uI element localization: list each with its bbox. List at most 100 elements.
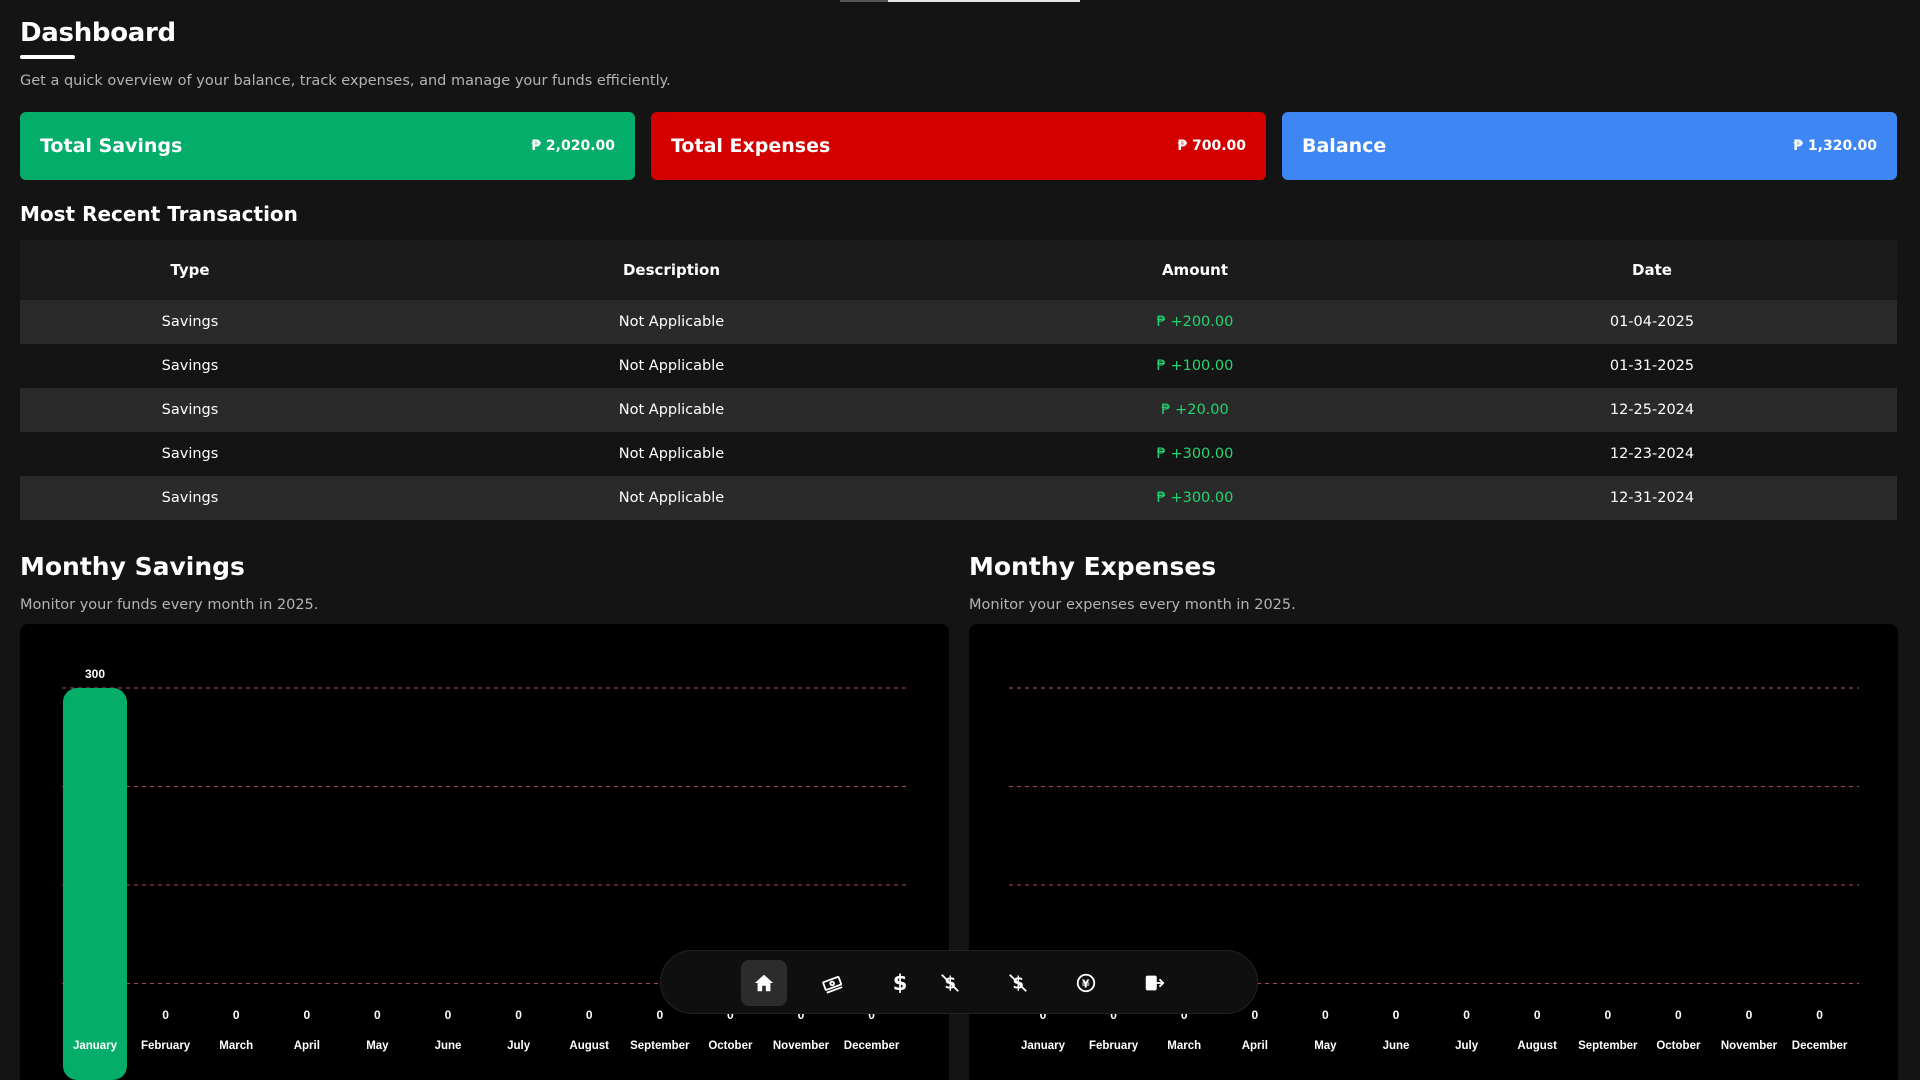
dashboard-page: Dashboard Get a quick overview of your b…	[0, 0, 1920, 1080]
cell-type: Savings	[161, 490, 219, 506]
value-label-august: 0	[1534, 1008, 1541, 1022]
value-label-august: 0	[586, 1008, 593, 1022]
cell-amount: ₱ +100.00	[1156, 358, 1234, 374]
cell-amount: ₱ +200.00	[1156, 314, 1234, 330]
value-label-june: 0	[1393, 1008, 1400, 1022]
tick-label-november: November	[1721, 1040, 1778, 1052]
currency-exchange-glyph: ¥	[1076, 973, 1096, 993]
cell-date: 01-31-2025	[1609, 358, 1695, 374]
value-label-may: 0	[1322, 1008, 1329, 1022]
dollar-slash-glyph: $	[1009, 974, 1027, 993]
tab-indicator-track	[840, 0, 888, 2]
title-underline	[20, 55, 75, 59]
cell-description: Not Applicable	[618, 314, 725, 330]
page-title: Dashboard	[20, 18, 176, 48]
balance-value: ₱ 1,320.00	[1793, 138, 1877, 154]
cell-description: Not Applicable	[618, 446, 725, 462]
table-row: Savings Not Applicable ₱ +100.00 01-31-2…	[20, 344, 1897, 388]
table-row: Savings Not Applicable ₱ +300.00 12-31-2…	[20, 476, 1897, 520]
balance-label: Balance	[1302, 135, 1387, 157]
cell-type: Savings	[161, 314, 219, 330]
tick-label-june: June	[1383, 1040, 1410, 1052]
dollar-slash-icon[interactable]: $	[995, 960, 1041, 1006]
value-label-january: 300	[85, 667, 105, 681]
tick-label-february: February	[1089, 1040, 1139, 1052]
bar-january	[63, 688, 127, 1080]
money-stack-glyph	[822, 976, 843, 994]
tick-label-april: April	[1242, 1040, 1268, 1052]
expenses-chart-title: Monthy Expenses	[969, 552, 1217, 581]
tick-label-september: September	[1578, 1040, 1638, 1052]
tick-label-july: July	[507, 1040, 531, 1052]
cell-amount: ₱ +300.00	[1156, 490, 1234, 506]
tick-label-january: January	[1021, 1040, 1066, 1052]
cell-type: Savings	[161, 358, 219, 374]
value-label-december: 0	[1816, 1008, 1823, 1022]
col-header-date: Date	[1632, 261, 1672, 279]
cell-description: Not Applicable	[618, 358, 725, 374]
transactions-table: Type Description Amount Date Savings Not…	[20, 240, 1897, 520]
balance-card: Balance ₱ 1,320.00	[1282, 112, 1897, 180]
tick-label-august: August	[569, 1040, 609, 1052]
col-header-description: Description	[622, 261, 721, 279]
col-header-type: Type	[170, 261, 210, 279]
value-label-april: 0	[303, 1008, 310, 1022]
total-savings-card: Total Savings ₱ 2,020.00	[20, 112, 635, 180]
tick-label-december: December	[1792, 1040, 1848, 1052]
total-savings-label: Total Savings	[40, 135, 183, 157]
tick-label-november: November	[773, 1040, 830, 1052]
money-stack-icon[interactable]	[809, 960, 855, 1006]
value-label-april: 0	[1251, 1008, 1258, 1022]
cell-date: 01-04-2025	[1609, 314, 1695, 330]
value-label-october: 0	[1675, 1008, 1682, 1022]
dollar-icon[interactable]: $	[877, 960, 923, 1006]
cell-amount: ₱ +300.00	[1156, 446, 1234, 462]
home-icon[interactable]	[741, 960, 787, 1006]
expenses-chart-subtitle: Monitor your expenses every month in 202…	[969, 597, 1296, 613]
tick-label-march: March	[1167, 1040, 1201, 1052]
tick-label-july: July	[1455, 1040, 1479, 1052]
cell-date: 12-31-2024	[1609, 490, 1695, 506]
value-label-september: 0	[656, 1008, 663, 1022]
cell-date: 12-23-2024	[1609, 446, 1695, 462]
total-expenses-value: ₱ 700.00	[1177, 138, 1246, 154]
logout-icon[interactable]	[1131, 960, 1177, 1006]
cell-type: Savings	[161, 402, 219, 418]
tick-label-september: September	[630, 1040, 690, 1052]
top-tab-indicator	[840, 0, 1080, 2]
tick-label-may: May	[366, 1040, 389, 1052]
value-label-september: 0	[1604, 1008, 1611, 1022]
tick-label-october: October	[1656, 1040, 1701, 1052]
tick-label-december: December	[844, 1040, 900, 1052]
col-header-amount: Amount	[1161, 261, 1229, 279]
total-savings-value: ₱ 2,020.00	[531, 138, 615, 154]
total-expenses-card: Total Expenses ₱ 700.00	[651, 112, 1266, 180]
dollar-glyph: $	[892, 971, 908, 995]
value-label-july: 0	[1463, 1008, 1470, 1022]
table-row: Savings Not Applicable ₱ +20.00 12-25-20…	[20, 388, 1897, 432]
value-label-may: 0	[374, 1008, 381, 1022]
tick-label-january: January	[73, 1040, 118, 1052]
page-subtitle: Get a quick overview of your balance, tr…	[20, 73, 671, 89]
tab-indicator-active	[888, 0, 1080, 2]
cell-description: Not Applicable	[618, 490, 725, 506]
bottom-dock-nav: $ $ $ ¥	[660, 950, 1258, 1014]
tick-label-march: March	[219, 1040, 253, 1052]
table-row: Savings Not Applicable ₱ +300.00 12-23-2…	[20, 432, 1897, 476]
currency-exchange-icon[interactable]: ¥	[1063, 960, 1109, 1006]
home-glyph	[754, 974, 774, 992]
cell-amount: ₱ +20.00	[1161, 402, 1229, 418]
total-expenses-label: Total Expenses	[671, 135, 831, 157]
table-row: Savings Not Applicable ₱ +200.00 01-04-2…	[20, 300, 1897, 344]
dollar-off-icon[interactable]: $	[927, 960, 973, 1006]
value-label-march: 0	[233, 1008, 240, 1022]
value-label-july: 0	[515, 1008, 522, 1022]
tick-label-august: August	[1517, 1040, 1557, 1052]
logout-glyph	[1145, 975, 1165, 991]
value-label-june: 0	[445, 1008, 452, 1022]
svg-text:¥: ¥	[1082, 978, 1090, 991]
tick-label-february: February	[141, 1040, 191, 1052]
value-label-november: 0	[1746, 1008, 1753, 1022]
tick-label-june: June	[435, 1040, 462, 1052]
value-label-february: 0	[162, 1008, 169, 1022]
